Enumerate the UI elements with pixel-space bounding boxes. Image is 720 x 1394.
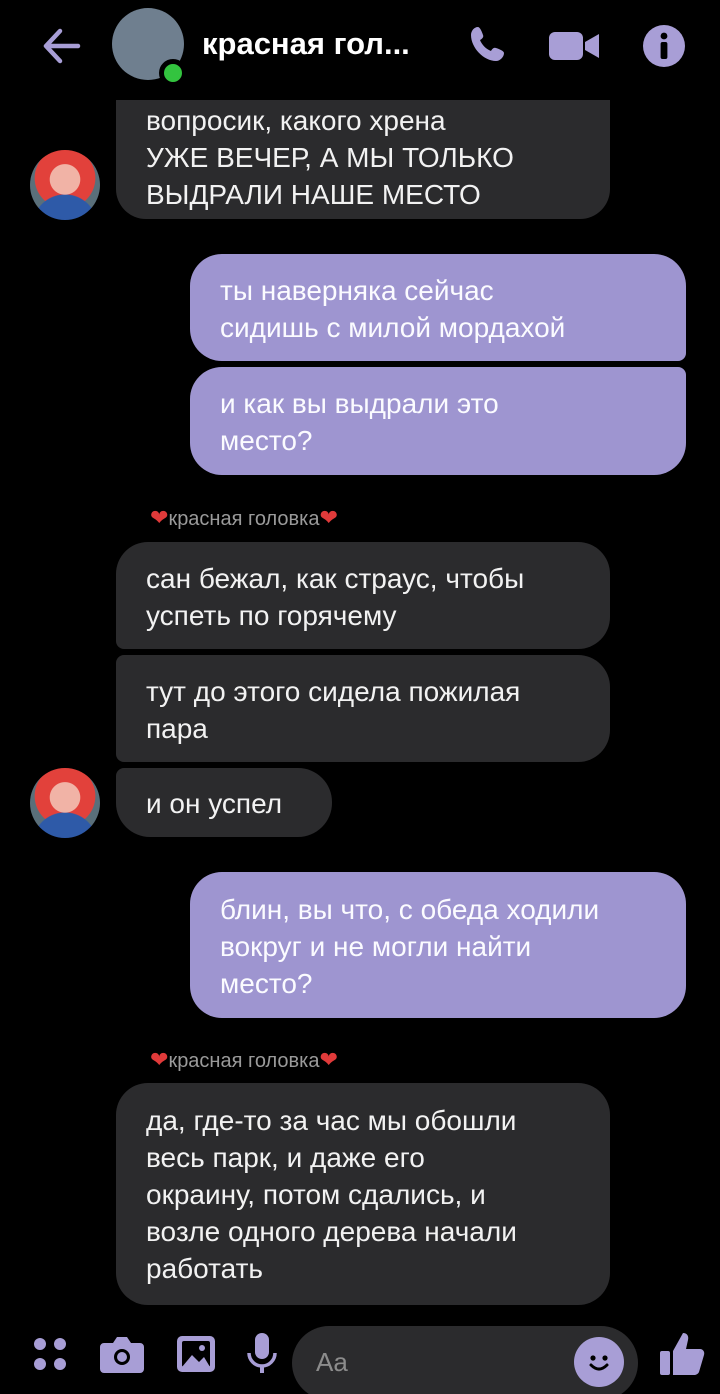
video-call-icon[interactable] [546, 18, 602, 74]
sender-label: ❤красная головка❤ [150, 505, 338, 530]
message-line: и он успел [146, 788, 283, 819]
message-line: окраину, потом сдались, и [146, 1179, 486, 1210]
message-line: весь парк, и даже его [146, 1142, 425, 1173]
online-status-dot [159, 59, 187, 87]
message-line: блин, вы что, с обеда ходили [220, 894, 600, 925]
message-line: сидишь с милой мордахой [220, 312, 566, 343]
message-bubble-outgoing[interactable]: ты наверняка сейчас сидишь с милой морда… [190, 254, 686, 361]
message-composer: Aa [0, 1310, 720, 1394]
message-input[interactable]: Aa [292, 1326, 638, 1394]
microphone-icon[interactable] [234, 1326, 290, 1382]
message-bubble-outgoing[interactable]: блин, вы что, с обеда ходили вокруг и не… [190, 872, 686, 1018]
message-input-placeholder: Aa [316, 1347, 348, 1377]
phone-icon[interactable] [462, 18, 518, 74]
gallery-icon[interactable] [168, 1326, 224, 1382]
camera-icon[interactable] [94, 1326, 150, 1382]
message-line: место? [220, 968, 313, 999]
message-line: пара [146, 713, 208, 744]
emoji-icon[interactable] [574, 1337, 624, 1387]
chat-header: красная гол... [0, 0, 720, 100]
message-line: ты наверняка сейчас [220, 275, 494, 306]
message-line: возле одного дерева начали [146, 1216, 517, 1247]
message-line: успеть по горячему [146, 600, 397, 631]
thumbs-up-icon[interactable] [654, 1326, 710, 1382]
message-bubble-incoming[interactable]: и он успел [116, 768, 332, 837]
message-line: и как вы выдрали это [220, 388, 499, 419]
message-line: тут до этого сидела пожилая [146, 676, 521, 707]
message-bubble-outgoing[interactable]: и как вы выдрали это место? [190, 367, 686, 475]
contact-name[interactable]: красная гол... [202, 26, 410, 62]
message-line: УЖЕ ВЕЧЕР, А МЫ ТОЛЬКО [146, 142, 514, 173]
message-bubble-incoming[interactable]: да, где-то за час мы обошли весь парк, и… [116, 1083, 610, 1305]
message-line: место? [220, 425, 313, 456]
message-line: да, где-то за час мы обошли [146, 1105, 517, 1136]
sender-avatar[interactable] [30, 768, 100, 838]
heart-icon: ❤ [150, 1047, 169, 1072]
message-line: вокруг и не могли найти [220, 931, 532, 962]
message-bubble-incoming[interactable]: тут до этого сидела пожилая пара [116, 655, 610, 762]
message-bubble-incoming[interactable]: сан бежал, как страус, чтобы успеть по г… [116, 542, 610, 649]
sender-label: ❤красная головка❤ [150, 1047, 338, 1072]
message-line: работать [146, 1253, 264, 1284]
back-arrow-icon[interactable] [38, 22, 86, 70]
message-line: вопросик, какого хрена [146, 105, 446, 136]
message-line: ВЫДРАЛИ НАШЕ МЕСТО [146, 179, 481, 210]
message-line: сан бежал, как страус, чтобы [146, 563, 525, 594]
heart-icon: ❤ [319, 505, 338, 530]
heart-icon: ❤ [150, 505, 169, 530]
sender-avatar[interactable] [30, 150, 100, 220]
heart-icon: ❤ [319, 1047, 338, 1072]
info-icon[interactable] [636, 18, 692, 74]
apps-icon[interactable] [22, 1326, 78, 1382]
